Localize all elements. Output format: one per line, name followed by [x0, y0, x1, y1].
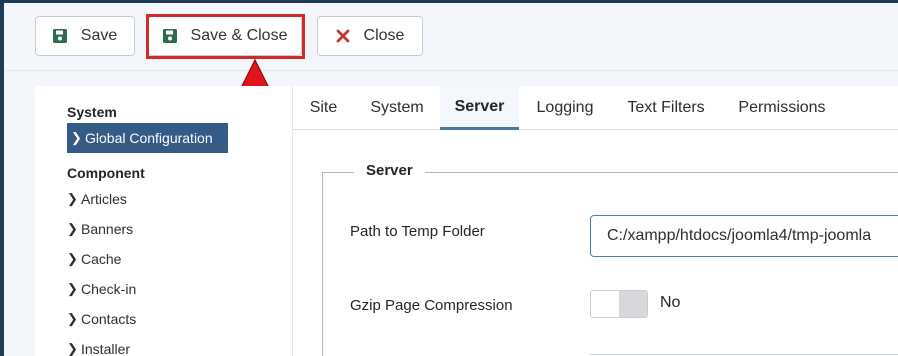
x-icon — [336, 29, 349, 43]
fieldset-legend: Server — [354, 162, 425, 179]
chevron-right-icon: ❯ — [67, 281, 78, 296]
tab-site[interactable]: Site — [293, 86, 354, 130]
chevron-right-icon: ❯ — [67, 311, 78, 326]
tab-bar: Site System Server Logging Text Filters … — [293, 86, 898, 130]
save-close-label: Save & Close — [190, 27, 288, 44]
sidebar-item-label: Articles — [81, 191, 127, 207]
toolbar: Save Save & Close Close — [4, 3, 898, 71]
sidebar-item-label: Cache — [81, 251, 122, 267]
save-button[interactable]: Save — [35, 16, 135, 56]
save-label: Save — [80, 27, 118, 44]
sidebar-item-global-configuration[interactable]: ❯ Global Configuration — [67, 123, 228, 153]
sidebar-item-label: Check-in — [81, 281, 137, 297]
main-panel: Site System Server Logging Text Filters … — [292, 86, 898, 356]
chevron-right-icon: ❯ — [67, 341, 78, 356]
sidebar: System ❯ Global Configuration Component … — [35, 86, 292, 356]
close-label: Close — [363, 27, 405, 44]
server-fieldset — [322, 172, 898, 356]
sidebar-item-cache[interactable]: ❯ Cache — [67, 244, 121, 274]
sidebar-item-banners[interactable]: ❯ Banners — [67, 214, 133, 244]
temp-path-input[interactable] — [590, 215, 898, 257]
chevron-right-icon: ❯ — [71, 130, 82, 145]
floppy-disk-icon — [162, 29, 177, 43]
sidebar-item-check-in[interactable]: ❯ Check-in — [67, 274, 136, 304]
sidebar-item-articles[interactable]: ❯ Articles — [67, 184, 127, 214]
chevron-right-icon: ❯ — [67, 251, 78, 266]
gzip-value: No — [660, 294, 681, 311]
sidebar-item-contacts[interactable]: ❯ Contacts — [67, 304, 136, 334]
gzip-toggle[interactable] — [590, 290, 648, 318]
temp-path-label: Path to Temp Folder — [350, 223, 485, 240]
tab-text-filters[interactable]: Text Filters — [611, 86, 721, 130]
toggle-knob — [619, 291, 647, 317]
sidebar-item-installer[interactable]: ❯ Installer — [67, 334, 130, 356]
chevron-right-icon: ❯ — [67, 221, 78, 236]
chevron-right-icon: ❯ — [67, 191, 78, 206]
sidebar-heading-component: Component — [67, 165, 145, 181]
sidebar-heading-system: System — [67, 104, 117, 120]
close-button[interactable]: Close — [317, 16, 423, 56]
tab-logging[interactable]: Logging — [519, 86, 611, 130]
sidebar-item-label: Contacts — [81, 311, 137, 327]
gzip-label: Gzip Page Compression — [350, 297, 513, 314]
sidebar-item-label: Installer — [81, 341, 131, 356]
save-close-button[interactable]: Save & Close — [148, 16, 302, 56]
tab-system[interactable]: System — [354, 86, 440, 130]
tab-server[interactable]: Server — [440, 86, 519, 130]
floppy-disk-icon — [52, 29, 67, 43]
sidebar-item-label: Global Configuration — [85, 130, 213, 146]
sidebar-item-label: Banners — [81, 221, 134, 237]
tab-permissions[interactable]: Permissions — [721, 86, 843, 130]
